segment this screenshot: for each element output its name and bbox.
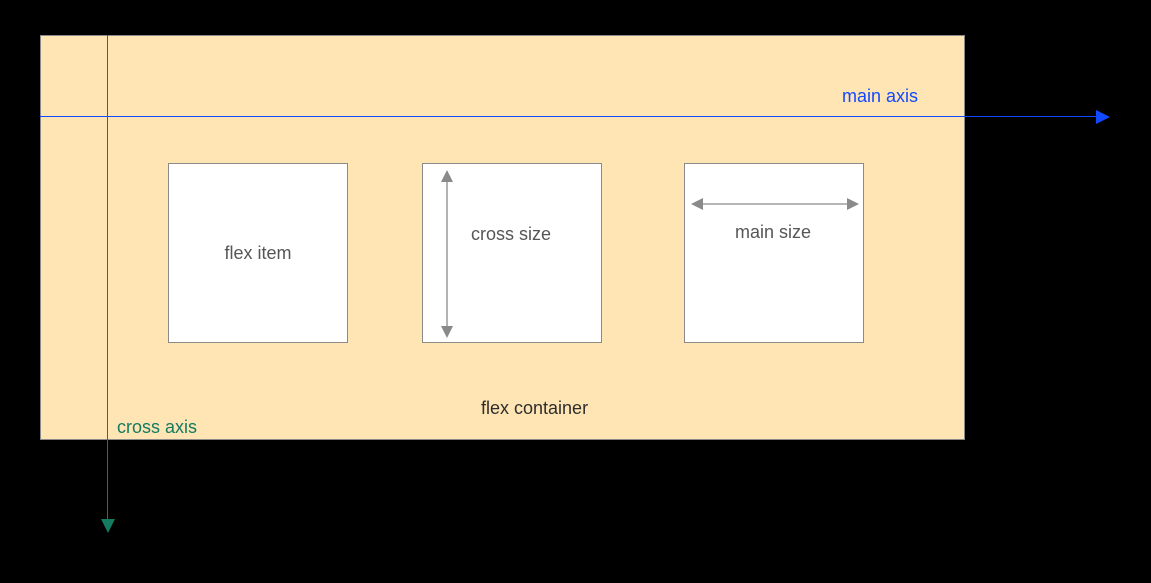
flex-item-2: cross size <box>422 163 602 343</box>
flex-item-3: main size <box>684 163 864 343</box>
main-axis-arrowhead-icon <box>1096 110 1110 124</box>
main-axis-line <box>40 116 1100 117</box>
main-size-arrow <box>691 194 859 214</box>
flex-container: flex item cross size main size flex cont… <box>40 35 965 440</box>
cross-size-label: cross size <box>471 224 551 245</box>
cross-axis-label: cross axis <box>117 417 197 438</box>
main-size-label: main size <box>735 222 811 243</box>
cross-size-arrow <box>437 170 457 338</box>
main-axis-label: main axis <box>842 86 918 107</box>
diagram-stage: flex item cross size main size flex cont… <box>0 0 1151 583</box>
flex-container-label: flex container <box>481 398 588 419</box>
flex-item-label: flex item <box>224 243 291 264</box>
cross-axis-line <box>107 35 108 523</box>
flex-item-1: flex item <box>168 163 348 343</box>
cross-axis-arrowhead-icon <box>101 519 115 533</box>
